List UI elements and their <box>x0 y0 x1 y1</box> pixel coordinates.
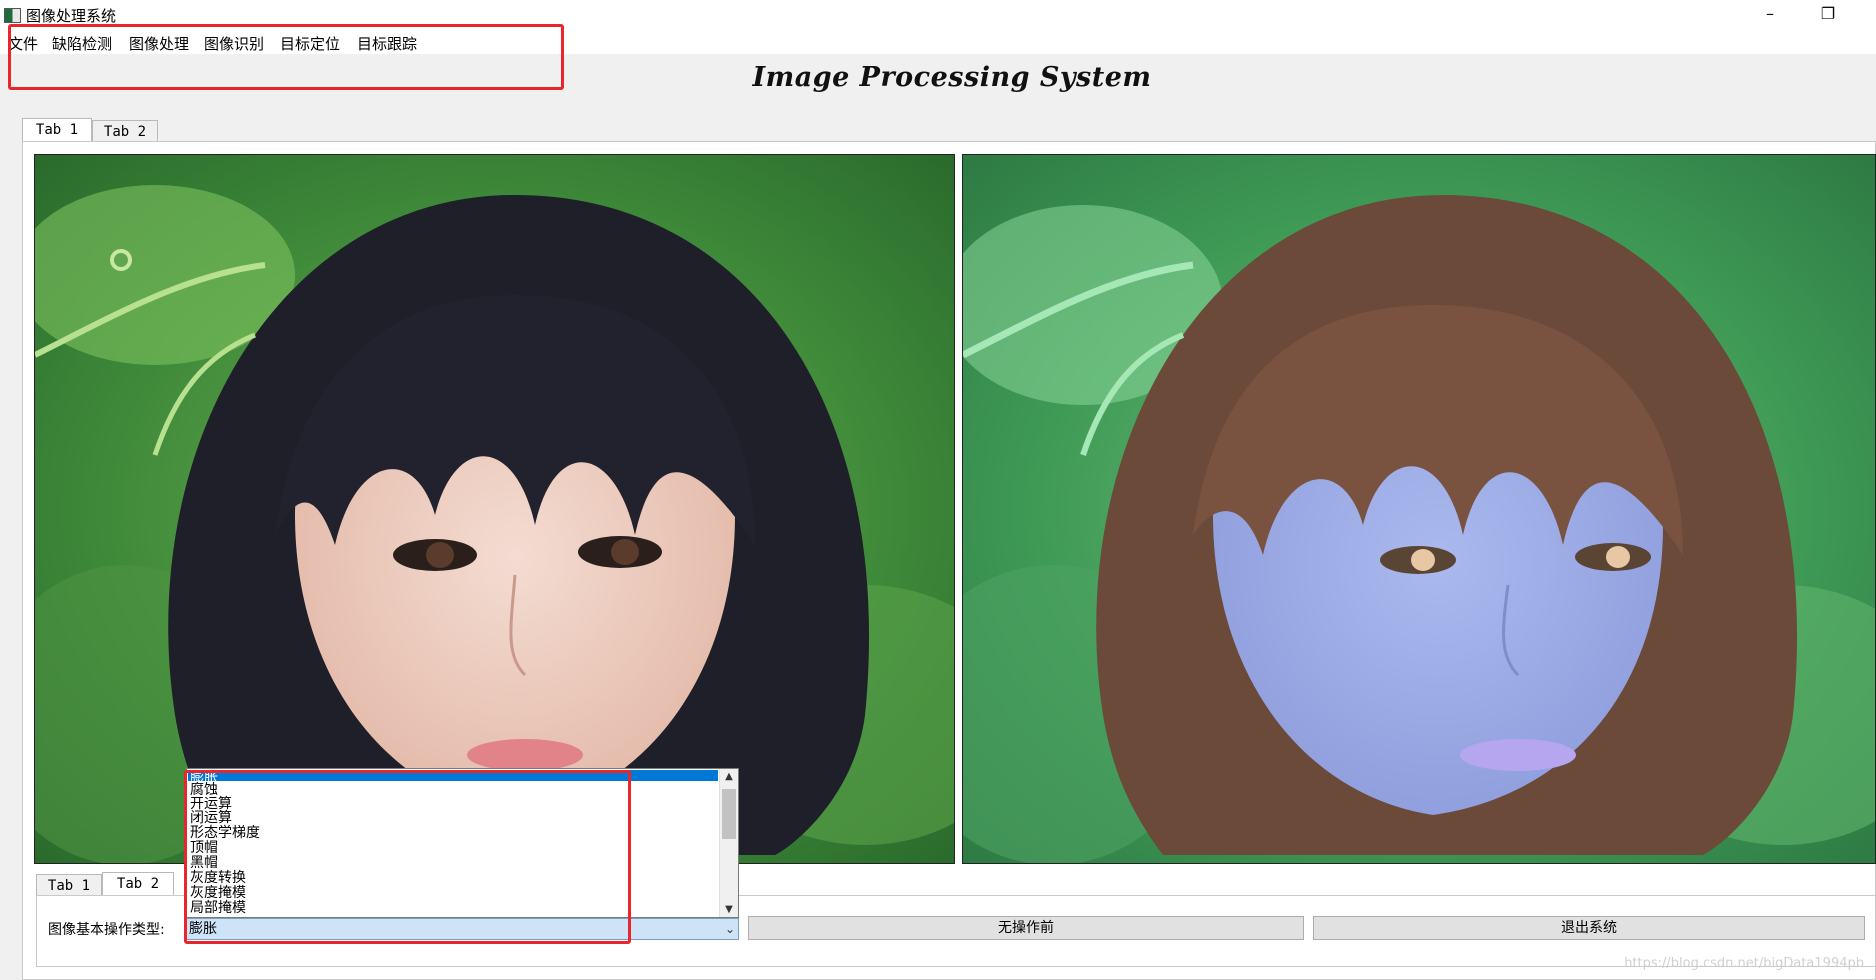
tab-top-1[interactable]: Tab 1 <box>22 118 92 142</box>
page-title: Image Processing System <box>752 62 1152 93</box>
app-icon <box>4 8 21 23</box>
tab-top-2[interactable]: Tab 2 <box>92 120 158 142</box>
scroll-down-icon[interactable]: ▼ <box>720 904 738 915</box>
chevron-down-icon[interactable]: ⌄ <box>725 919 735 939</box>
window-title: 图像处理系统 <box>26 7 117 25</box>
dropdown-highlight-box <box>184 770 631 944</box>
processed-image <box>962 154 1876 864</box>
scroll-up-icon[interactable]: ▲ <box>720 771 738 782</box>
original-image <box>34 154 955 864</box>
exit-system-button[interactable]: 退出系统 <box>1313 916 1865 940</box>
scrollbar-thumb[interactable] <box>722 789 736 839</box>
dropdown-scrollbar[interactable]: ▲ ▼ <box>719 769 738 917</box>
minimize-icon[interactable]: – <box>1750 2 1790 26</box>
watermark: https://blog.csdn.net/bigData1994pb <box>1624 956 1864 971</box>
before-operation-button[interactable]: 无操作前 <box>748 916 1304 940</box>
tab-bottom-2[interactable]: Tab 2 <box>102 872 174 896</box>
original-photo-icon <box>35 155 954 863</box>
maximize-icon[interactable]: ❐ <box>1808 2 1848 26</box>
processed-photo-icon <box>963 155 1875 863</box>
tab-bottom-1[interactable]: Tab 1 <box>36 874 102 896</box>
op-type-label: 图像基本操作类型: <box>48 922 165 938</box>
